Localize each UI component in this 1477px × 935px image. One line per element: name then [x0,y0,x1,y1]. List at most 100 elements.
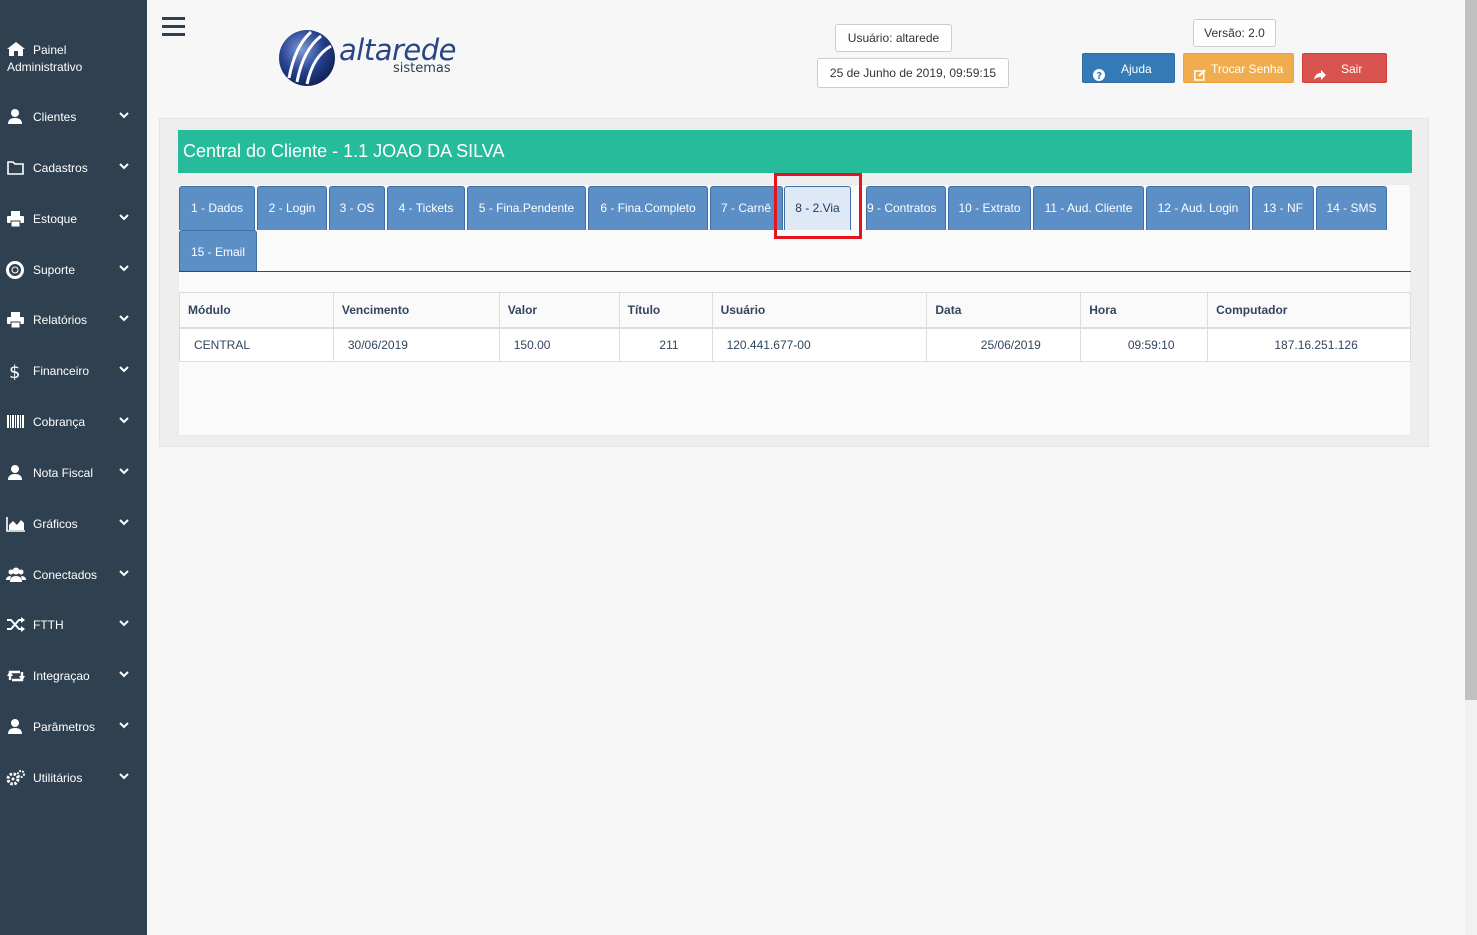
tab-segunda-via[interactable]: 8 - 2.Via [784,186,851,230]
page-title: Central do Cliente - 1.1 JOAO DA SILVA [178,130,1412,173]
sidebar-item-label: Gráficos [33,517,78,531]
chevron-down-icon [118,160,130,172]
sidebar-item-label: Integraçao [33,669,90,683]
area-chart-icon [6,515,26,533]
home-icon [7,42,25,56]
sidebar-item-cobranca[interactable]: Cobrança [0,402,147,442]
cell-vencimento: 30/06/2019 [332,327,500,362]
tab-underline [179,271,1411,272]
column-header[interactable]: Valor [498,292,620,329]
tab-os[interactable]: 3 - OS [329,186,385,230]
column-header[interactable]: Hora [1080,292,1209,329]
sidebar-item-estoque[interactable]: Estoque [0,199,147,239]
tab-extrato[interactable]: 10 - Extrato [948,186,1031,230]
tab-login[interactable]: 2 - Login [257,186,327,230]
chevron-down-icon [118,312,130,324]
tab-aud-login[interactable]: 12 - Aud. Login [1146,186,1250,230]
column-header[interactable]: Módulo [179,292,334,329]
user-icon [6,718,26,736]
change-password-button-label: Trocar Senha [1211,62,1284,76]
change-password-button[interactable]: Trocar Senha [1183,53,1294,83]
question-circle-icon: ? [1093,62,1105,82]
chevron-down-icon [118,719,130,731]
chevron-down-icon [118,363,130,375]
tab-fina-completo[interactable]: 6 - Fina.Completo [588,186,708,230]
chevron-down-icon [118,262,130,274]
barcode-icon [6,413,26,431]
help-button-label: Ajuda [1121,62,1152,76]
tab-dados[interactable]: 1 - Dados [179,186,255,230]
tab-carne[interactable]: 7 - Carnê [710,186,783,230]
cell-computador: 187.16.251.126 [1207,327,1411,362]
printer-icon [6,311,26,329]
tab-tickets[interactable]: 4 - Tickets [387,186,465,230]
sidebar-item-label: Utilitários [33,771,83,785]
column-header[interactable]: Usuário [711,292,928,329]
svg-text:?: ? [1096,71,1102,81]
folder-icon [6,159,26,177]
users-icon [6,566,26,584]
column-header[interactable]: Computador [1207,292,1411,329]
sidebar-item-parametros[interactable]: Parâmetros [0,707,147,747]
sidebar-item-label: Cadastros [33,161,88,175]
cell-valor: 150.00 [498,327,620,362]
sidebar-item-nota-fiscal[interactable]: Nota Fiscal [0,453,147,493]
retweet-icon [6,667,26,685]
sidebar-item-label: Financeiro [33,364,90,378]
cell-data: 25/06/2019 [926,327,1082,362]
exit-button[interactable]: Sair [1302,53,1387,83]
svg-text:$: $ [9,362,20,380]
cell-usuario: 120.441.677-00 [711,327,928,362]
table-header-row: Módulo Vencimento Valor Título Usuário D… [179,292,1411,329]
sidebar-item-label: Relatórios [33,313,88,327]
logo-subtitle: sistemas [393,61,451,76]
sidebar-item-clientes[interactable]: Clientes [0,97,147,137]
sidebar-item-ftth[interactable]: FTTH [0,605,147,645]
sidebar-item-financeiro[interactable]: $ Financeiro [0,351,147,391]
chevron-down-icon [118,617,130,629]
tab-contratos[interactable]: 9 - Contratos [866,186,946,230]
sidebar-item-label: Cobrança [33,415,86,429]
current-user-label: Usuário: altarede [835,24,952,52]
sidebar-item-label: Clientes [33,110,77,124]
user-icon [6,108,26,126]
help-button[interactable]: ? Ajuda [1082,53,1175,83]
sidebar-home-link[interactable]: Painel Administrativo [0,40,147,80]
chevron-down-icon [118,211,130,223]
edit-icon [1194,62,1206,81]
tab-content: 1 - Dados 2 - Login 3 - OS 4 - Tickets 5… [178,173,1411,436]
sidebar-item-suporte[interactable]: Suporte [0,250,147,290]
cell-hora: 09:59:10 [1080,327,1209,362]
tab-email[interactable]: 15 - Email [179,230,257,272]
column-header[interactable]: Data [926,292,1082,329]
table-row[interactable]: CENTRAL 30/06/2019 150.00 211 120.441.67… [179,327,1411,362]
cogs-icon [6,769,26,787]
sidebar-item-conectados[interactable]: Conectados [0,555,147,595]
cell-modulo: CENTRAL [179,327,334,362]
column-header[interactable]: Vencimento [332,292,500,329]
tab-aud-cliente[interactable]: 11 - Aud. Cliente [1033,186,1144,230]
chevron-down-icon [118,465,130,477]
sidebar-item-cadastros[interactable]: Cadastros [0,148,147,188]
tab-nf[interactable]: 13 - NF [1252,186,1314,230]
sidebar-item-integracao[interactable]: Integraçao [0,656,147,696]
chevron-down-icon [118,567,130,579]
sidebar-item-label: Nota Fiscal [33,466,94,480]
tab-sms[interactable]: 14 - SMS [1316,186,1387,230]
sidebar-item-graficos[interactable]: Gráficos [0,504,147,544]
sidebar-item-utilitarios[interactable]: Utilitários [0,758,147,798]
second-copy-table: Módulo Vencimento Valor Título Usuário D… [179,292,1411,362]
chevron-down-icon [118,770,130,782]
tab-fina-pendente[interactable]: 5 - Fina.Pendente [467,186,586,230]
menu-toggle-icon[interactable] [162,17,185,36]
sidebar-item-relatorios[interactable]: Relatórios [0,300,147,340]
printer-icon [6,210,26,228]
sidebar-item-label: Conectados [33,568,98,582]
client-panel: Central do Cliente - 1.1 JOAO DA SILVA 1… [159,118,1429,447]
page-scrollbar-thumb[interactable] [1465,0,1477,700]
current-datetime-label: 25 de Junho de 2019, 09:59:15 [817,58,1009,88]
main-area: altarede sistemas Usuário: altarede 25 d… [147,0,1465,935]
sidebar-home-label-line1: Painel [33,43,67,57]
share-arrow-icon [1314,62,1326,80]
column-header[interactable]: Título [618,292,713,329]
